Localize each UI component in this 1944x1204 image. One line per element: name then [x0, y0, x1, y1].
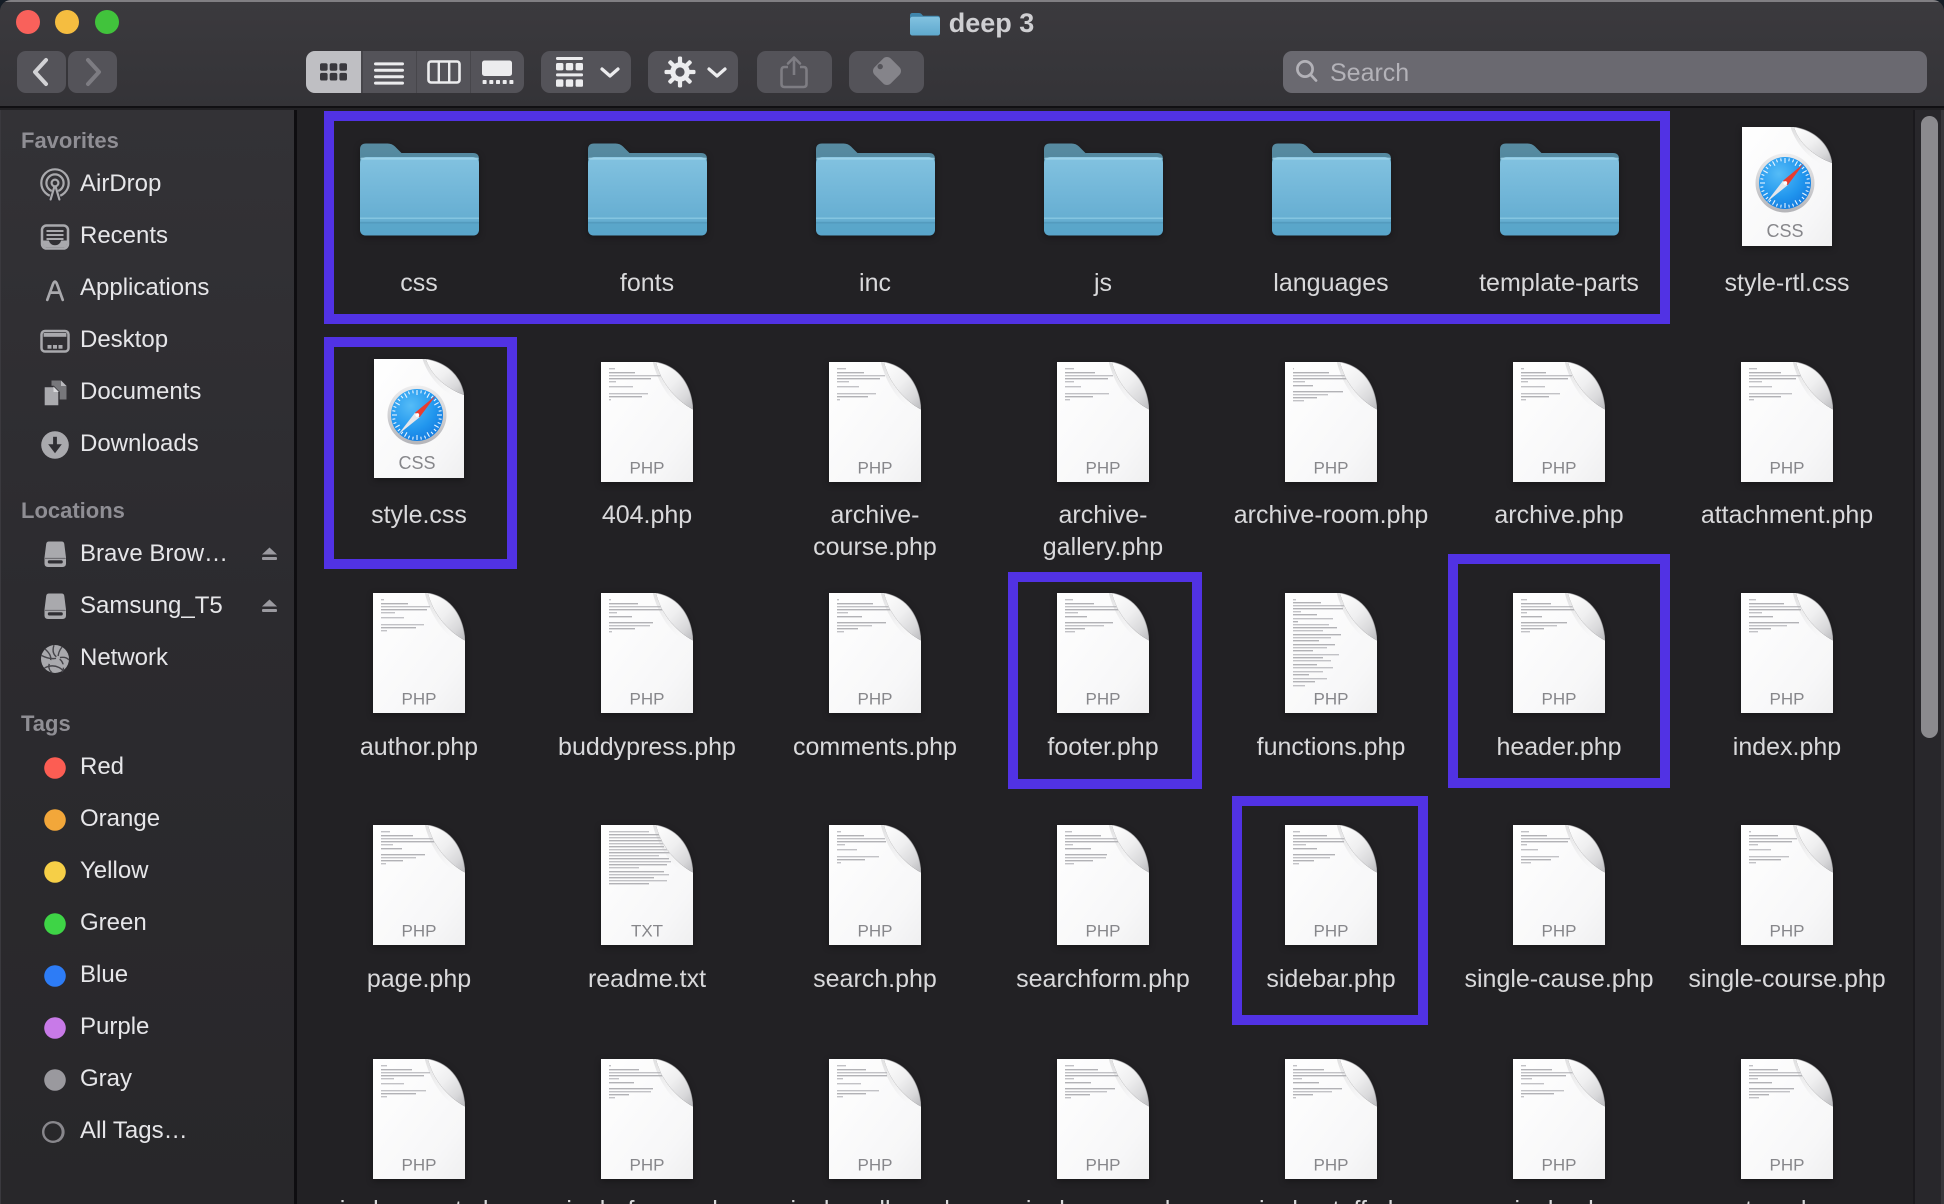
svg-text:PHP: PHP — [1770, 690, 1805, 709]
svg-text:CSS: CSS — [1766, 221, 1803, 241]
svg-text:CSS: CSS — [398, 453, 435, 473]
svg-text:PHP: PHP — [858, 922, 893, 941]
svg-text:PHP: PHP — [1770, 922, 1805, 941]
svg-text:PHP: PHP — [1086, 690, 1121, 709]
svg-text:PHP: PHP — [1314, 459, 1349, 478]
svg-text:PHP: PHP — [402, 1156, 437, 1175]
svg-text:PHP: PHP — [630, 690, 665, 709]
svg-text:PHP: PHP — [1314, 1156, 1349, 1175]
svg-text:PHP: PHP — [1542, 690, 1577, 709]
svg-text:PHP: PHP — [630, 459, 665, 478]
svg-text:PHP: PHP — [1542, 459, 1577, 478]
svg-text:PHP: PHP — [1542, 922, 1577, 941]
svg-text:PHP: PHP — [1086, 1156, 1121, 1175]
svg-text:PHP: PHP — [858, 690, 893, 709]
svg-text:PHP: PHP — [858, 1156, 893, 1175]
svg-text:PHP: PHP — [1770, 1156, 1805, 1175]
svg-text:PHP: PHP — [1086, 922, 1121, 941]
svg-text:PHP: PHP — [402, 922, 437, 941]
svg-text:PHP: PHP — [630, 1156, 665, 1175]
svg-text:TXT: TXT — [631, 922, 663, 941]
svg-text:PHP: PHP — [1314, 690, 1349, 709]
svg-text:PHP: PHP — [402, 690, 437, 709]
svg-text:PHP: PHP — [858, 459, 893, 478]
svg-text:PHP: PHP — [1542, 1156, 1577, 1175]
svg-text:PHP: PHP — [1770, 459, 1805, 478]
svg-text:PHP: PHP — [1086, 459, 1121, 478]
svg-text:PHP: PHP — [1314, 922, 1349, 941]
